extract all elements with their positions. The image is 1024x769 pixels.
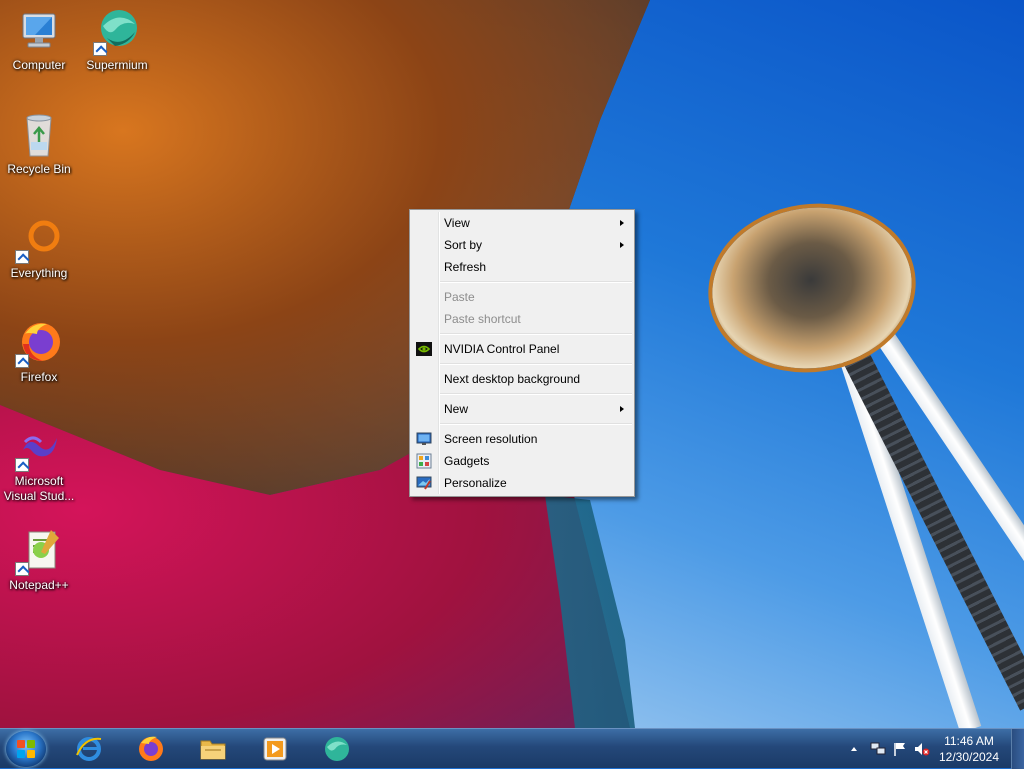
submenu-arrow-icon <box>620 242 624 248</box>
taskbar-internet-explorer[interactable] <box>64 731 114 767</box>
action-center-flag-icon[interactable] <box>892 741 908 757</box>
taskbar-media-player[interactable] <box>250 731 300 767</box>
windows-logo-icon <box>17 740 35 758</box>
menu-item-personalize[interactable]: Personalize <box>410 472 634 494</box>
menu-item-label: Paste <box>444 290 475 304</box>
show-hidden-icons-button[interactable] <box>846 741 862 757</box>
desktop-icon-visual-studio[interactable]: Microsoft Visual Stud... <box>1 424 77 504</box>
desktop-icon-label: Microsoft Visual Stud... <box>3 474 75 503</box>
recycle-bin-icon <box>15 112 63 160</box>
desktop-icon-notepad-plus-plus[interactable]: Notepad++ <box>1 528 77 593</box>
supermium-icon <box>323 735 351 763</box>
menu-item-label: Next desktop background <box>444 372 581 386</box>
menu-item-label: Sort by <box>444 238 483 252</box>
desktop-icon-label: Everything <box>10 266 68 280</box>
desktop-icon-label: Notepad++ <box>9 578 69 592</box>
desktop-icon-firefox[interactable]: Firefox <box>1 320 77 385</box>
menu-item-paste: Paste <box>410 286 634 308</box>
menu-item-screen-resolution[interactable]: Screen resolution <box>410 428 634 450</box>
menu-item-refresh[interactable]: Refresh <box>410 256 634 278</box>
computer-icon <box>15 8 63 56</box>
menu-item-label: Screen resolution <box>444 432 538 446</box>
clock-time: 11:46 AM <box>944 734 994 748</box>
menu-separator <box>440 333 632 335</box>
visual-studio-icon <box>15 424 63 472</box>
firefox-icon <box>137 735 165 763</box>
everything-icon <box>15 216 63 264</box>
supermium-icon <box>93 8 141 56</box>
submenu-arrow-icon <box>620 220 624 226</box>
taskbar-firefox[interactable] <box>126 731 176 767</box>
menu-item-label: New <box>444 402 469 416</box>
shortcut-arrow-icon <box>15 458 29 472</box>
gadgets-icon <box>416 453 432 469</box>
menu-separator <box>440 393 632 395</box>
menu-item-label: Personalize <box>444 476 507 490</box>
taskbar-supermium[interactable] <box>312 731 362 767</box>
menu-item-nvidia-control-panel[interactable]: NVIDIA Control Panel <box>410 338 634 360</box>
firefox-icon <box>15 320 63 368</box>
desktop-context-menu: View Sort by Refresh Paste Paste shortcu… <box>409 209 635 497</box>
desktop-icon-label: Computer <box>12 58 66 72</box>
shortcut-arrow-icon <box>15 562 29 576</box>
desktop-icon-recycle-bin[interactable]: Recycle Bin <box>1 112 77 177</box>
desktop-icon-computer[interactable]: Computer <box>1 8 77 73</box>
desktop-icon-everything[interactable]: Everything <box>1 216 77 281</box>
shortcut-arrow-icon <box>93 42 107 56</box>
menu-item-next-desktop-background[interactable]: Next desktop background <box>410 368 634 390</box>
menu-item-label: Refresh <box>444 260 487 274</box>
clock-date: 12/30/2024 <box>938 750 1000 764</box>
taskbar-clock[interactable]: 11:46 AM 12/30/2024 <box>934 733 1004 765</box>
folder-icon <box>199 735 227 763</box>
menu-item-sort-by[interactable]: Sort by <box>410 234 634 256</box>
show-desktop-button[interactable] <box>1011 729 1024 769</box>
menu-separator <box>440 363 632 365</box>
system-tray: 11:46 AM 12/30/2024 <box>834 729 1024 769</box>
screen-resolution-icon <box>416 431 432 447</box>
desktop-icon-label: Recycle Bin <box>7 162 71 176</box>
desktop-icon-label: Supermium <box>86 58 148 72</box>
menu-item-label: Paste shortcut <box>444 312 521 326</box>
taskbar: 11:46 AM 12/30/2024 <box>0 728 1024 769</box>
menu-item-new[interactable]: New <box>410 398 634 420</box>
taskbar-file-explorer[interactable] <box>188 731 238 767</box>
network-icon[interactable] <box>870 741 886 757</box>
desktop-icon-supermium[interactable]: Supermium <box>79 8 155 73</box>
shortcut-arrow-icon <box>15 250 29 264</box>
menu-separator <box>440 281 632 283</box>
media-player-icon <box>261 735 289 763</box>
notepad-plus-plus-icon <box>15 528 63 576</box>
menu-item-paste-shortcut: Paste shortcut <box>410 308 634 330</box>
shortcut-arrow-icon <box>15 354 29 368</box>
menu-item-label: NVIDIA Control Panel <box>444 342 560 356</box>
menu-item-view[interactable]: View <box>410 212 634 234</box>
menu-separator <box>440 423 632 425</box>
internet-explorer-icon <box>75 735 103 763</box>
start-button[interactable] <box>6 731 46 767</box>
volume-muted-icon[interactable] <box>914 741 930 757</box>
desktop-icon-label: Firefox <box>20 370 58 384</box>
nvidia-icon <box>416 341 432 357</box>
personalize-icon <box>416 475 432 491</box>
menu-item-label: Gadgets <box>444 454 490 468</box>
menu-item-label: View <box>444 216 470 230</box>
submenu-arrow-icon <box>620 406 624 412</box>
menu-item-gadgets[interactable]: Gadgets <box>410 450 634 472</box>
